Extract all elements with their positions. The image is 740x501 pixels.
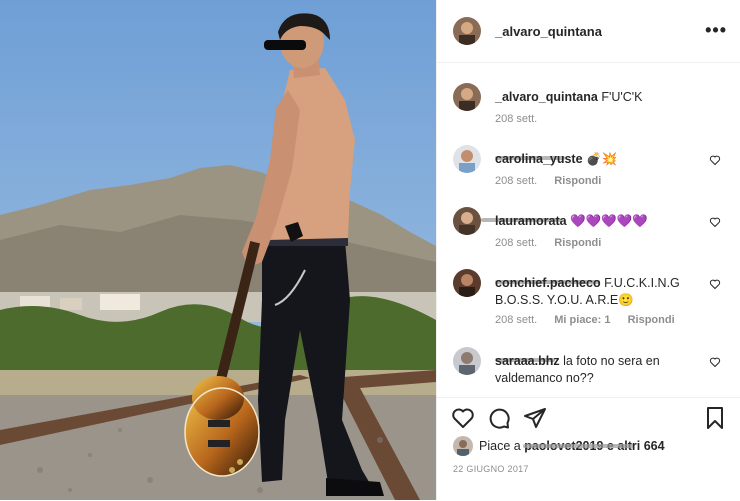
- caption-meta: 208 sett.: [495, 113, 551, 125]
- post-actions: Piace a paolovet2019 e altri 664 22 GIUG…: [437, 397, 740, 501]
- reply-button[interactable]: Rispondi: [628, 314, 675, 326]
- caption-body: F'U'C'K: [601, 90, 643, 104]
- caption-username[interactable]: _alvaro_quintana: [495, 90, 598, 104]
- heart-icon[interactable]: [709, 278, 721, 290]
- comment-username[interactable]: carolina_yuste: [495, 152, 583, 166]
- comment-likes[interactable]: Mi piace: 1: [554, 314, 610, 326]
- reply-button[interactable]: Rispondi: [554, 237, 601, 249]
- heart-icon[interactable]: [451, 406, 475, 430]
- reply-button[interactable]: Rispondi: [554, 175, 601, 187]
- comment-body: 💣💥: [586, 152, 618, 166]
- comment-username[interactable]: saraaa.bhz: [495, 354, 560, 368]
- comment-text: saraaa.bhz la foto no sera en valdemanco…: [495, 353, 700, 387]
- heart-icon[interactable]: [709, 216, 721, 228]
- post-side-panel: _alvaro_quintana ••• _alvaro_quintana F'…: [436, 0, 740, 500]
- comment-text: carolina_yuste 💣💥: [495, 151, 700, 168]
- caption-text: _alvaro_quintana F'U'C'K: [495, 89, 700, 106]
- redaction-scribble: [523, 444, 633, 448]
- comment-text: conchief.pacheco F.U.C.K.I.N.G B.O.S.S. …: [495, 275, 700, 309]
- avatar[interactable]: [453, 347, 481, 375]
- comment-username[interactable]: lauramorata: [495, 214, 567, 228]
- heart-icon[interactable]: [709, 154, 721, 166]
- caption-time[interactable]: 208 sett.: [495, 113, 537, 125]
- comment-body: 💜💜💜💜💜: [570, 214, 648, 228]
- share-icon[interactable]: [523, 406, 547, 430]
- heart-icon[interactable]: [709, 356, 721, 368]
- comment-icon[interactable]: [487, 406, 511, 430]
- comment-time[interactable]: 208 sett.: [495, 237, 537, 249]
- comment-time[interactable]: 208 sett.: [495, 175, 537, 187]
- avatar[interactable]: [453, 83, 481, 111]
- comment-meta: 208 sett. Rispondi: [495, 237, 601, 249]
- comment-meta: 208 sett. Rispondi: [495, 175, 601, 187]
- comments-list: _alvaro_quintana F'U'C'K 208 sett. carol…: [437, 62, 740, 397]
- comment-meta: 208 sett. Mi piace: 1 Rispondi: [495, 314, 675, 326]
- post-date[interactable]: 22 GIUGNO 2017: [453, 464, 529, 474]
- bookmark-icon[interactable]: [703, 406, 727, 430]
- more-icon[interactable]: •••: [705, 20, 727, 41]
- avatar[interactable]: [453, 269, 481, 297]
- post-photo[interactable]: [0, 0, 436, 500]
- avatar[interactable]: [453, 17, 481, 45]
- post-header: _alvaro_quintana •••: [437, 0, 740, 63]
- instagram-post: _alvaro_quintana ••• _alvaro_quintana F'…: [0, 0, 740, 500]
- avatar[interactable]: [453, 145, 481, 173]
- comment-username[interactable]: conchief.pacheco: [495, 276, 601, 290]
- comment-text: lauramorata 💜💜💜💜💜: [495, 213, 700, 230]
- avatar[interactable]: [453, 436, 473, 456]
- header-username[interactable]: _alvaro_quintana: [495, 24, 602, 39]
- avatar[interactable]: [453, 207, 481, 235]
- likes-prefix: Piace a: [479, 439, 521, 453]
- comment-time[interactable]: 208 sett.: [495, 314, 537, 326]
